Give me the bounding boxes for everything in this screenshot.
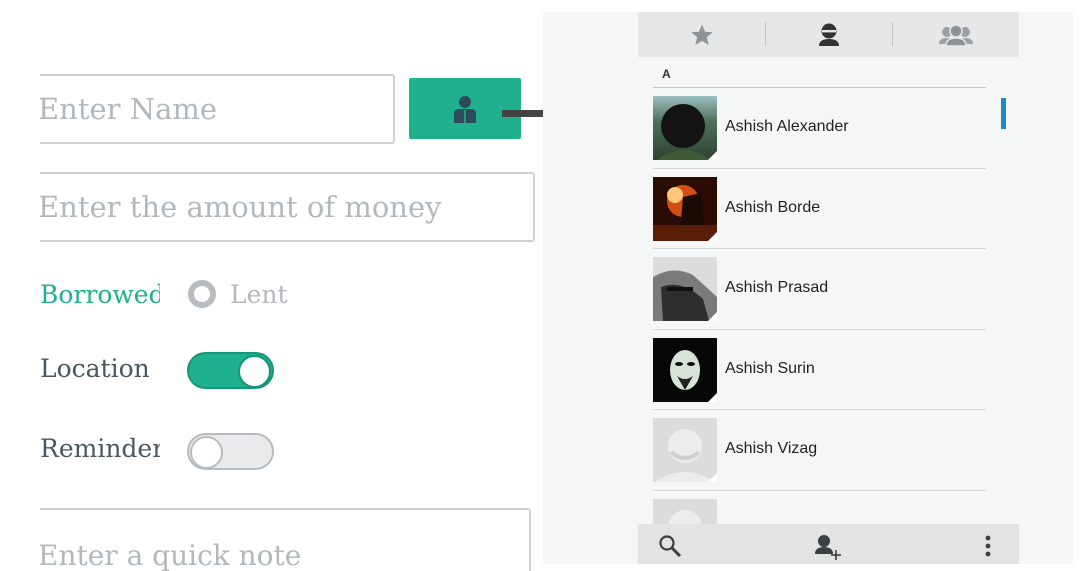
contacts-screen: A Ashish Alexander Ashish Borde Ashish P… xyxy=(543,12,1073,564)
contact-photo-corner xyxy=(708,151,717,160)
location-toggle[interactable] xyxy=(187,352,274,389)
reminder-label: Reminder xyxy=(40,434,160,463)
add-contact-icon[interactable] xyxy=(814,534,842,560)
contact-photo xyxy=(653,176,717,241)
contact-photo-corner xyxy=(708,473,717,482)
lent-radio[interactable] xyxy=(188,280,216,308)
contact-row[interactable]: Ashish Surin xyxy=(653,330,986,410)
contact-name: Ashish Prasad xyxy=(725,279,829,296)
contact-list: Ashish Alexander Ashish Borde Ashish Pra… xyxy=(653,88,986,491)
contact-photo-corner xyxy=(708,231,717,241)
contact-name: Ashish Surin xyxy=(725,359,815,377)
reminder-toggle-knob xyxy=(190,436,223,469)
contact-name: Ashish Alexander xyxy=(725,118,849,135)
more-options-icon[interactable] xyxy=(984,534,992,558)
name-input-placeholder: Enter Name xyxy=(38,92,218,126)
person-icon xyxy=(818,23,839,46)
lent-radio-label[interactable]: Lent xyxy=(230,280,288,309)
group-icon xyxy=(938,23,973,47)
contact-row[interactable]: Ashish Prasad xyxy=(653,249,986,330)
contact-photo-corner xyxy=(708,312,717,321)
borrowed-radio-label[interactable]: Borrowed xyxy=(40,280,160,309)
contacts-tab-bar xyxy=(638,12,1019,57)
tab-favorites[interactable] xyxy=(638,12,765,57)
location-toggle-knob xyxy=(238,355,271,388)
name-input[interactable]: Enter Name xyxy=(6,74,395,144)
expense-form: Enter Name Enter the amount of money Bor… xyxy=(0,0,545,571)
crop-mask xyxy=(0,0,40,571)
contact-row[interactable]: Ashish Vizag xyxy=(653,410,986,491)
contact-photo xyxy=(653,96,717,160)
tab-contacts[interactable] xyxy=(765,12,892,57)
star-icon xyxy=(690,24,713,45)
reminder-toggle[interactable] xyxy=(187,433,274,470)
bottom-action-bar xyxy=(638,524,1019,564)
contact-name: Ashish Vizag xyxy=(725,440,818,457)
contact-row[interactable]: Ashish Borde xyxy=(653,169,986,249)
contact-name: Ashish Borde xyxy=(725,198,821,216)
tab-groups[interactable] xyxy=(892,12,1019,57)
note-input-placeholder: Enter a quick note xyxy=(38,539,302,571)
contact-row[interactable]: Ashish Alexander xyxy=(653,88,986,169)
amount-input-placeholder: Enter the amount of money xyxy=(38,190,442,224)
person-icon xyxy=(454,95,476,123)
contact-photo xyxy=(653,257,717,321)
amount-input[interactable]: Enter the amount of money xyxy=(6,172,535,242)
search-icon[interactable] xyxy=(658,534,682,558)
location-label: Location xyxy=(40,354,150,383)
section-header-letter: A xyxy=(662,67,671,81)
contact-photo xyxy=(653,337,717,402)
scroll-indicator[interactable] xyxy=(1001,98,1006,129)
contact-photo-corner xyxy=(708,392,717,402)
note-input[interactable]: Enter a quick note xyxy=(6,508,531,571)
contact-placeholder-avatar xyxy=(653,418,717,482)
